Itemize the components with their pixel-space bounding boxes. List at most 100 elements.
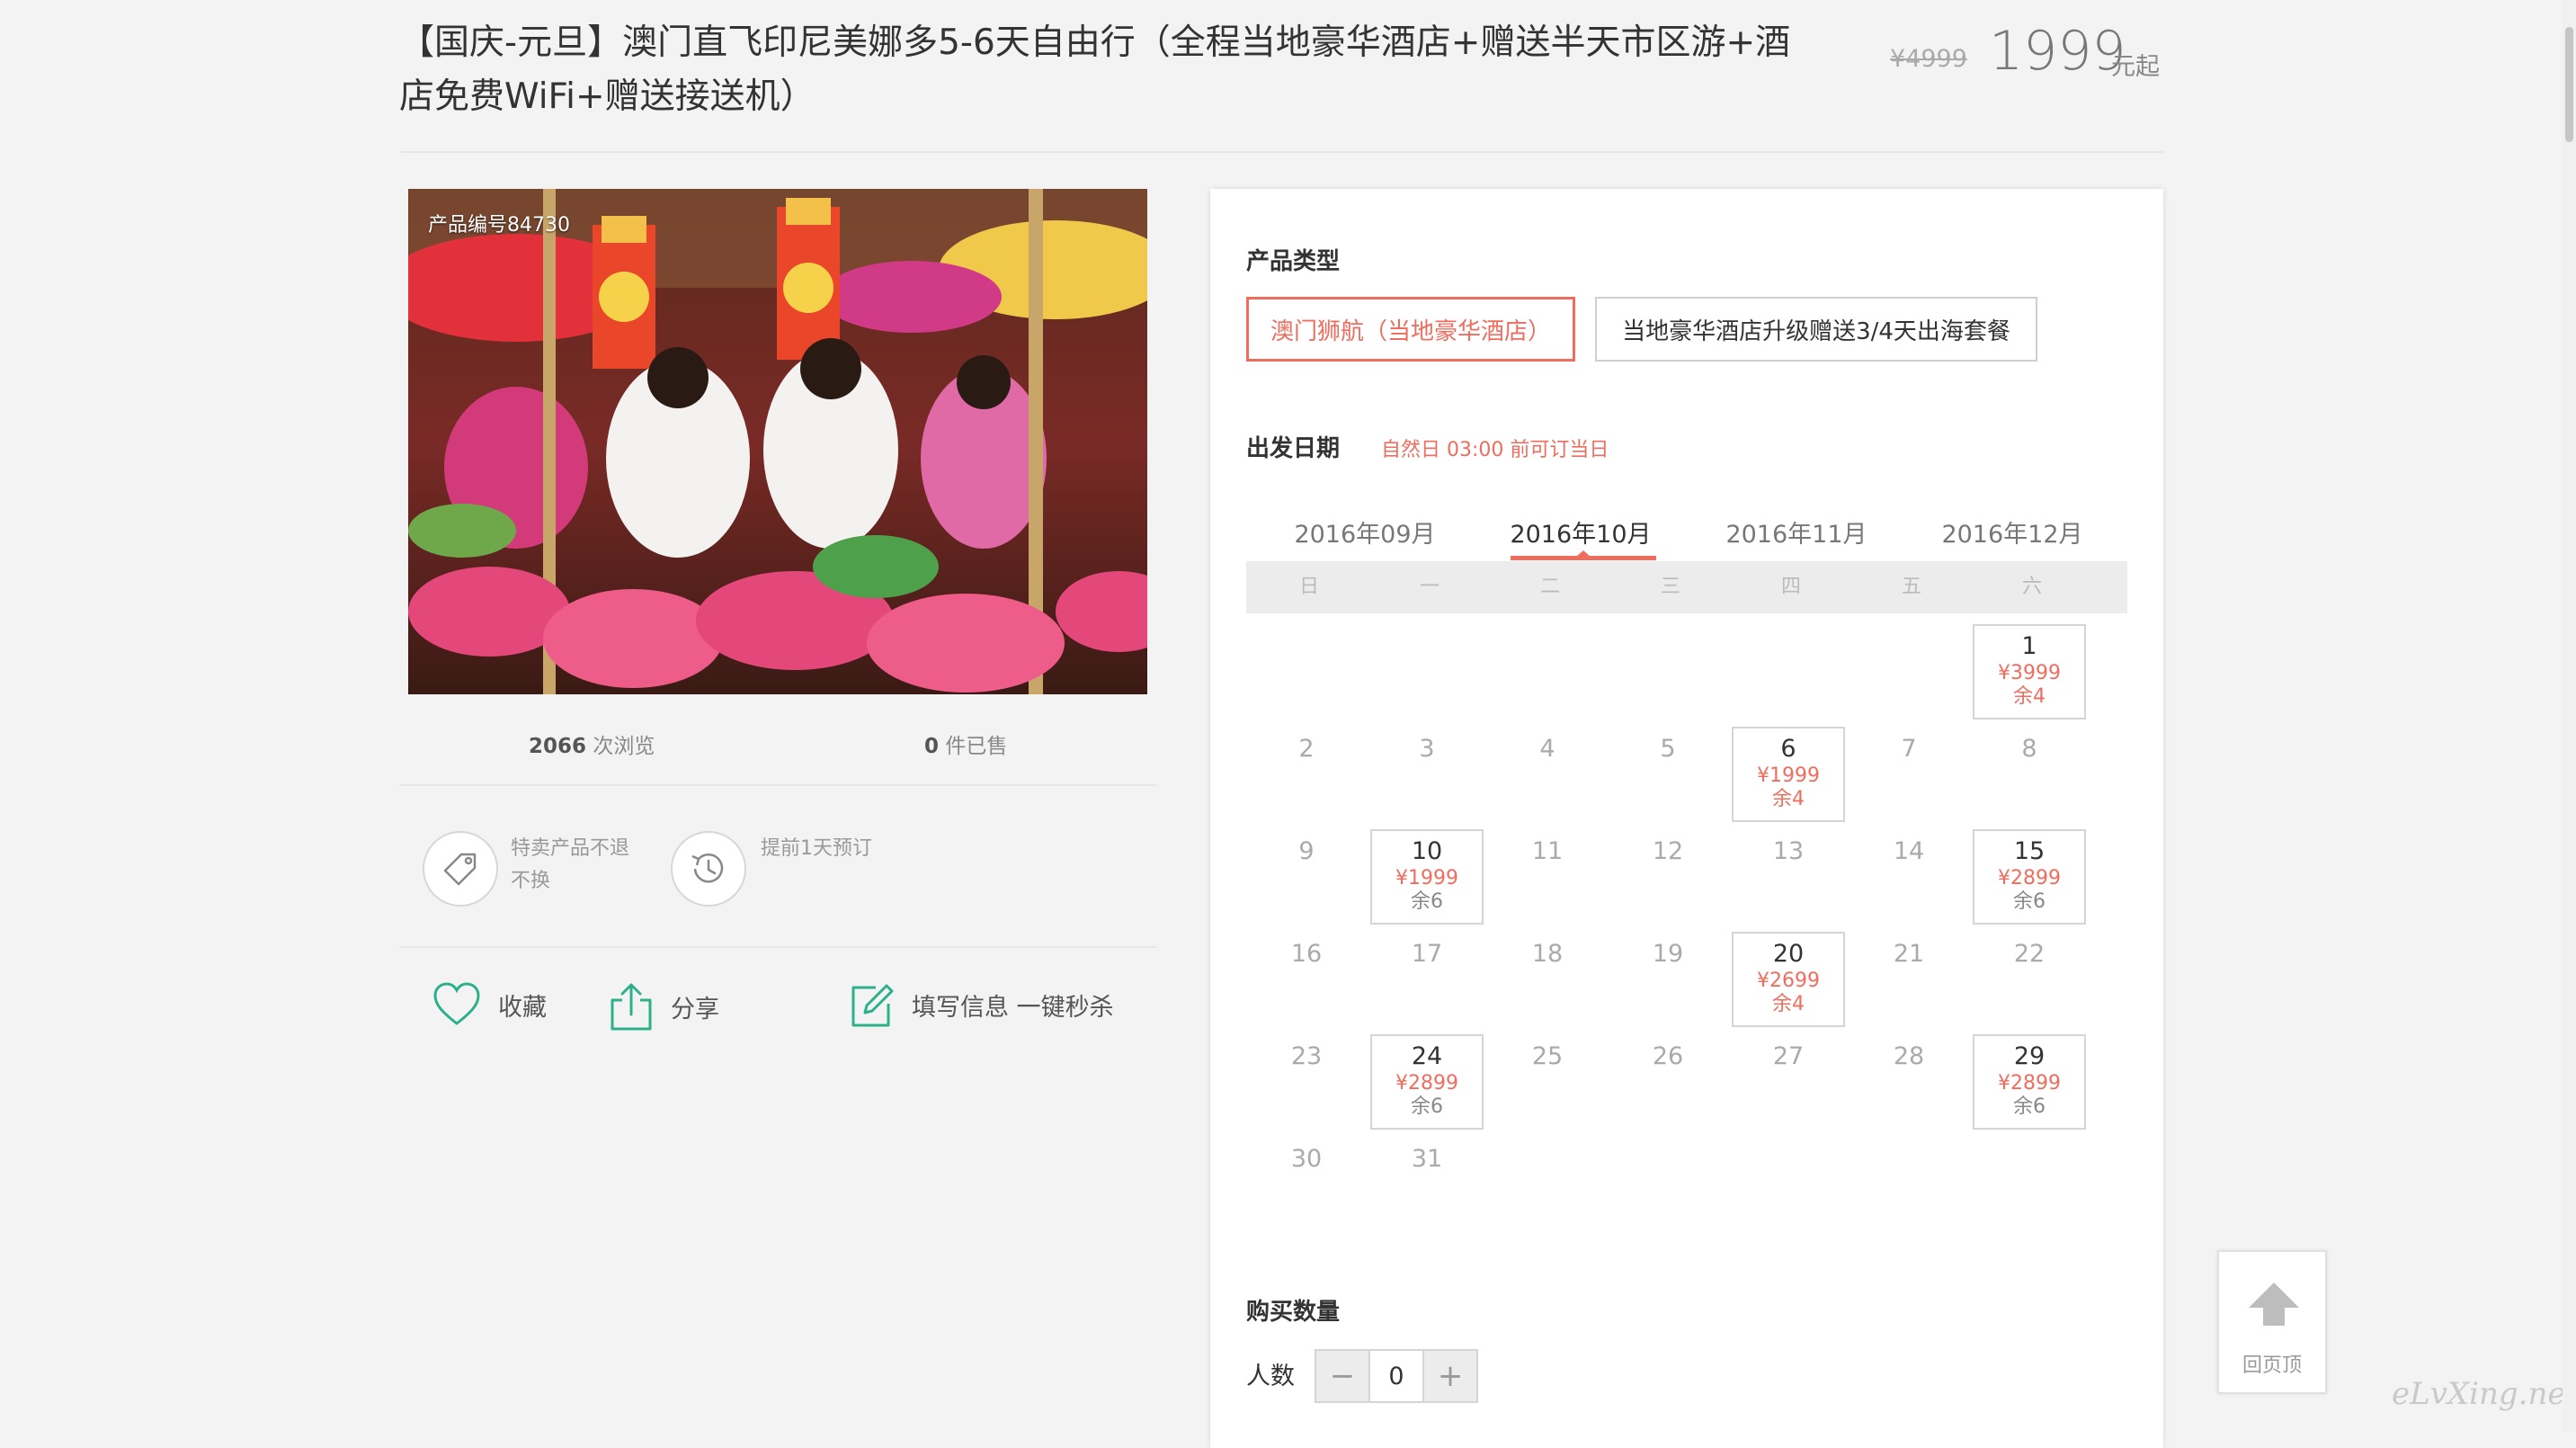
product-title: 【国庆-元旦】澳门直飞印尼美娜多5-6天自由行（全程当地豪华酒店+赠送半天市区游…	[399, 22, 1791, 117]
calendar-day-number: 11	[1531, 837, 1564, 865]
edit-icon	[851, 984, 894, 1027]
calendar-day-number: 25	[1531, 1042, 1564, 1070]
weekday-header: 日 一 二 三 四 五 六	[1246, 561, 2127, 613]
calendar-day-price: ¥2899	[1998, 1072, 2061, 1095]
calendar-day-available[interactable]: 20 ¥2699 余4	[1732, 932, 1845, 1027]
weekday: 四	[1780, 576, 1801, 598]
calendar-day-price: ¥2699	[1757, 970, 1820, 992]
calendar-day: 13	[1732, 829, 1845, 925]
month-tab[interactable]: 2016年11月	[1707, 514, 1886, 550]
calendar-day-price: ¥2899	[1395, 1072, 1458, 1095]
month-tab-selected[interactable]: 2016年10月	[1491, 514, 1671, 550]
calendar-day-number: 27	[1772, 1042, 1805, 1070]
tag-icon	[423, 831, 498, 907]
calendar-day: 4	[1491, 727, 1604, 822]
sold-count-number: 0	[924, 735, 940, 758]
calendar-day-number: 6	[1780, 735, 1796, 763]
arrow-up-icon	[2249, 1283, 2299, 1326]
calendar-day: 25	[1491, 1034, 1604, 1130]
month-tab[interactable]: 2016年09月	[1275, 514, 1455, 550]
calendar-day: 5	[1611, 727, 1725, 822]
calendar-day-available[interactable]: 24 ¥2899 余6	[1370, 1034, 1484, 1130]
calendar-day: 3	[1370, 727, 1484, 822]
favorite-button[interactable]: 收藏	[432, 980, 547, 1029]
scrollbar-thumb[interactable]	[2565, 27, 2573, 142]
calendar-day-number: 7	[1901, 735, 1917, 763]
clock-history-icon	[671, 831, 746, 907]
calendar-day-price: ¥1999	[1757, 764, 1820, 787]
calendar-day-stock: 余4	[1772, 788, 1805, 810]
current-price: 1999	[1989, 20, 2126, 83]
calendar-day: 21	[1852, 932, 1965, 1027]
scrollbar-track[interactable]	[2563, 0, 2576, 1431]
back-to-top-button[interactable]: 回页顶	[2217, 1250, 2327, 1394]
original-price: ¥4999	[1890, 45, 1967, 73]
calendar-day: 11	[1491, 829, 1604, 925]
divider	[399, 784, 1156, 786]
calendar-day: 27	[1732, 1034, 1845, 1130]
sold-count: 0 件已售	[924, 728, 1007, 759]
calendar-day: 31	[1370, 1137, 1484, 1232]
calendar-day-number: 12	[1652, 837, 1684, 865]
feature-advance-booking: 提前1天预订	[761, 837, 872, 860]
festival-photo	[408, 189, 1147, 694]
weekday: 六	[2021, 576, 2042, 598]
fill-info-button[interactable]: 填写信息 一键秒杀	[849, 980, 1114, 1029]
calendar-day-number: 16	[1290, 940, 1323, 968]
month-tab[interactable]: 2016年12月	[1922, 514, 2102, 550]
calendar-day-number: 18	[1531, 940, 1564, 968]
calendar-day: 18	[1491, 932, 1604, 1027]
booking-panel: 产品类型 澳门狮航（当地豪华酒店） 当地豪华酒店升级赠送3/4天出海套餐 出发日…	[1210, 189, 2163, 1448]
calendar-day-number: 26	[1652, 1042, 1684, 1070]
calendar-day-available[interactable]: 29 ¥2899 余6	[1973, 1034, 2086, 1130]
quantity-value[interactable]: 0	[1368, 1351, 1424, 1401]
product-type-option-selected[interactable]: 澳门狮航（当地豪华酒店）	[1246, 297, 1575, 362]
calendar-day: 12	[1611, 829, 1725, 925]
share-icon	[611, 983, 652, 1031]
calendar-day-number: 15	[2013, 837, 2046, 865]
title-divider	[399, 151, 2163, 153]
view-count-number: 2066	[529, 735, 587, 758]
favorite-label: 收藏	[498, 993, 547, 1022]
calendar-day-number: 24	[1411, 1042, 1443, 1070]
weekday: 二	[1539, 576, 1560, 598]
calendar-day-price: ¥3999	[1998, 662, 2061, 684]
calendar-day: 23	[1250, 1034, 1363, 1130]
calendar-day-stock: 余6	[1411, 890, 1443, 913]
quantity-label: 购买数量	[1246, 1299, 1341, 1326]
increment-button[interactable]: +	[1424, 1351, 1476, 1401]
calendar-day-available[interactable]: 1 ¥3999 余4	[1973, 624, 2086, 720]
calendar-day-number: 17	[1411, 940, 1443, 968]
product-image: 产品编号84730	[408, 189, 1147, 694]
view-count-label: 次浏览	[593, 735, 655, 758]
calendar-day-stock: 余6	[2013, 890, 2046, 913]
calendar-day-number: 21	[1893, 940, 1925, 968]
calendar-day-number: 2	[1298, 735, 1315, 763]
calendar-day: 28	[1852, 1034, 1965, 1130]
calendar-day-available[interactable]: 10 ¥1999 余6	[1370, 829, 1484, 925]
weekday: 日	[1298, 576, 1319, 598]
share-button[interactable]: 分享	[608, 980, 719, 1032]
calendar-day-number: 31	[1411, 1145, 1443, 1173]
calendar-day-available[interactable]: 15 ¥2899 余6	[1973, 829, 2086, 925]
share-label: 分享	[671, 995, 719, 1023]
calendar-day: 22	[1973, 932, 2086, 1027]
booking-deadline-note: 自然日 03:00 前可订当日	[1381, 439, 1609, 461]
calendar-day: 19	[1611, 932, 1725, 1027]
calendar-day-number: 1	[2021, 632, 2037, 660]
calendar-day-stock: 余4	[1772, 993, 1805, 1015]
departure-date-label: 出发日期	[1246, 435, 1341, 462]
calendar-day-number: 13	[1772, 837, 1805, 865]
decrement-button[interactable]: −	[1316, 1351, 1368, 1401]
calendar-day-number: 19	[1652, 940, 1684, 968]
calendar-day-number: 9	[1298, 837, 1315, 865]
month-tab-caret	[1576, 550, 1591, 557]
view-count: 2066 次浏览	[529, 728, 655, 759]
calendar-day: 8	[1973, 727, 2086, 822]
calendar-day-number: 4	[1539, 735, 1555, 763]
calendar-day-price: ¥2899	[1998, 867, 2061, 889]
product-type-label: 产品类型	[1246, 248, 1341, 275]
calendar-day: 26	[1611, 1034, 1725, 1130]
product-type-option[interactable]: 当地豪华酒店升级赠送3/4天出海套餐	[1595, 297, 2037, 362]
calendar-day-available[interactable]: 6 ¥1999 余4	[1732, 727, 1845, 822]
